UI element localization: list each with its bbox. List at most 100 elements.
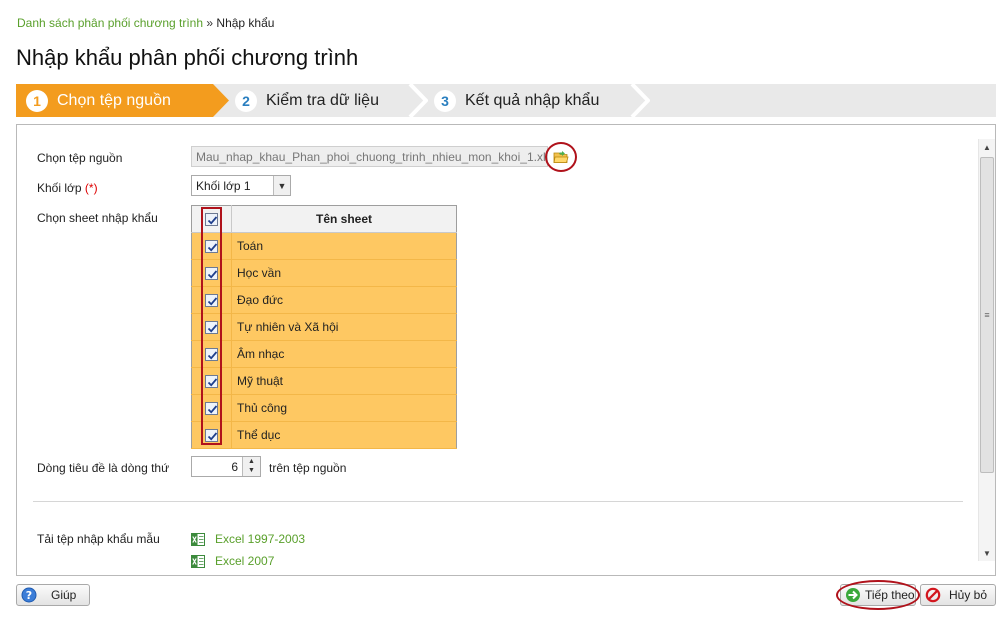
divider bbox=[33, 501, 963, 502]
vertical-scrollbar[interactable]: ▲ ≡ ▼ bbox=[978, 139, 995, 561]
step-number: 3 bbox=[434, 89, 456, 112]
template-label: Tải tệp nhập khẩu mẫu bbox=[37, 532, 160, 546]
annotation-circle bbox=[545, 142, 577, 172]
grade-label: Khối lớp (*) bbox=[37, 181, 98, 195]
scroll-down-icon[interactable]: ▼ bbox=[979, 545, 995, 561]
checkmark-icon bbox=[207, 216, 218, 225]
table-row[interactable]: Thủ công bbox=[191, 394, 457, 422]
excel-file-icon bbox=[191, 532, 205, 546]
step-label: Kiểm tra dữ liệu bbox=[266, 91, 379, 109]
checkmark-icon bbox=[207, 243, 218, 252]
sheet-select-label: Chọn sheet nhập khẩu bbox=[37, 211, 158, 225]
checkmark-icon bbox=[207, 297, 218, 306]
sheet-checkbox[interactable] bbox=[205, 402, 218, 416]
cancel-button[interactable]: Hủy bỏ bbox=[920, 584, 996, 606]
table-row[interactable]: Mỹ thuật bbox=[191, 367, 457, 395]
grade-label-text: Khối lớp bbox=[37, 181, 82, 195]
row-checkbox-cell bbox=[191, 394, 232, 422]
download-excel-2007-link[interactable]: Excel 2007 bbox=[191, 554, 274, 568]
sheet-checkbox[interactable] bbox=[205, 375, 218, 389]
chevron-separator-icon bbox=[408, 84, 428, 117]
sheet-name: Thể dục bbox=[231, 421, 457, 449]
sheet-checkbox[interactable] bbox=[205, 267, 218, 281]
header-row-label: Dòng tiêu đề là dòng thứ bbox=[37, 461, 170, 475]
table-row[interactable]: Đạo đức bbox=[191, 286, 457, 314]
sheet-table-header: Tên sheet bbox=[191, 205, 457, 233]
select-all-cell bbox=[191, 205, 232, 233]
download-link-label: Excel 1997-2003 bbox=[215, 532, 306, 546]
spinner-down-icon[interactable]: ▼ bbox=[243, 466, 260, 475]
arrow-right-icon bbox=[846, 588, 860, 602]
help-button-label: Giúp bbox=[51, 588, 77, 602]
row-checkbox-cell bbox=[191, 286, 232, 314]
checkmark-icon bbox=[207, 432, 218, 441]
step-label: Kết quả nhập khẩu bbox=[465, 91, 600, 109]
sheet-checkbox[interactable] bbox=[205, 321, 218, 335]
svg-text:?: ? bbox=[26, 589, 32, 602]
wizard-step-3[interactable]: 3 Kết quả nhập khẩu bbox=[428, 84, 648, 117]
sheet-checkbox[interactable] bbox=[205, 294, 218, 308]
sheet-name: Âm nhạc bbox=[231, 340, 457, 368]
breadcrumb: Danh sách phân phối chương trình » Nhập … bbox=[17, 16, 274, 30]
next-button-label: Tiếp theo bbox=[865, 588, 915, 602]
grade-select-value: Khối lớp 1 bbox=[196, 179, 251, 193]
step-number: 2 bbox=[235, 89, 257, 112]
cancel-icon bbox=[925, 587, 941, 603]
sheet-checkbox[interactable] bbox=[205, 348, 218, 362]
sheet-name: Tự nhiên và Xã hội bbox=[231, 313, 457, 341]
row-checkbox-cell bbox=[191, 313, 232, 341]
row-checkbox-cell bbox=[191, 340, 232, 368]
source-file-label: Chọn tệp nguồn bbox=[37, 151, 123, 165]
chevron-separator-icon bbox=[630, 84, 650, 117]
wizard-step-2[interactable]: 2 Kiểm tra dữ liệu bbox=[229, 84, 428, 117]
chevron-down-icon[interactable]: ▼ bbox=[273, 176, 290, 195]
row-checkbox-cell bbox=[191, 367, 232, 395]
header-row-suffix: trên tệp nguồn bbox=[269, 461, 347, 475]
breadcrumb-separator: » bbox=[206, 16, 214, 30]
spinner-buttons: ▲ ▼ bbox=[242, 457, 260, 476]
page-title: Nhập khẩu phân phối chương trình bbox=[16, 45, 359, 70]
sheet-checkbox[interactable] bbox=[205, 240, 218, 254]
breadcrumb-link-program-list[interactable]: Danh sách phân phối chương trình bbox=[17, 16, 203, 30]
cancel-button-label: Hủy bỏ bbox=[949, 588, 988, 602]
checkmark-icon bbox=[207, 324, 218, 333]
content-panel: Chọn tệp nguồn Mau_nhap_khau_Phan_phoi_c… bbox=[16, 124, 996, 576]
spinner-up-icon[interactable]: ▲ bbox=[243, 457, 260, 466]
sheet-checkbox[interactable] bbox=[205, 429, 218, 443]
source-file-field[interactable]: Mau_nhap_khau_Phan_phoi_chuong_trinh_nhi… bbox=[191, 146, 548, 167]
table-row[interactable]: Toán bbox=[191, 232, 457, 260]
wizard-steps: 1 Chọn tệp nguồn 2 Kiểm tra dữ liệu 3 Kế… bbox=[16, 84, 996, 117]
header-row-value: 6 bbox=[231, 460, 238, 474]
checkmark-icon bbox=[207, 270, 218, 279]
table-row[interactable]: Tự nhiên và Xã hội bbox=[191, 313, 457, 341]
step-number: 1 bbox=[26, 89, 48, 112]
checkmark-icon bbox=[207, 378, 218, 387]
scroll-up-icon[interactable]: ▲ bbox=[979, 139, 995, 155]
sheet-name: Đạo đức bbox=[231, 286, 457, 314]
help-icon: ? bbox=[21, 587, 37, 603]
row-checkbox-cell bbox=[191, 259, 232, 287]
checkmark-icon bbox=[207, 351, 218, 360]
download-excel-2003-link[interactable]: Excel 1997-2003 bbox=[191, 532, 305, 546]
row-checkbox-cell bbox=[191, 232, 232, 260]
excel-file-icon bbox=[191, 554, 205, 568]
required-mark: (*) bbox=[84, 181, 98, 195]
sheet-name: Mỹ thuật bbox=[231, 367, 457, 395]
table-row[interactable]: Học vần bbox=[191, 259, 457, 287]
breadcrumb-current: Nhập khẩu bbox=[216, 16, 275, 30]
checkmark-icon bbox=[207, 405, 218, 414]
sheet-rows: Toán Học vần Đạo đức Tự nhiên và Xã hội Âm n… bbox=[191, 232, 457, 449]
table-row[interactable]: Thể dục bbox=[191, 421, 457, 449]
sheet-name-header: Tên sheet bbox=[231, 205, 457, 233]
next-button[interactable]: Tiếp theo bbox=[840, 584, 916, 606]
grade-select[interactable]: Khối lớp 1 ▼ bbox=[191, 175, 291, 196]
scroll-thumb[interactable]: ≡ bbox=[980, 157, 994, 473]
sheet-name: Thủ công bbox=[231, 394, 457, 422]
help-button[interactable]: ? Giúp bbox=[16, 584, 90, 606]
header-row-spinner[interactable]: 6 ▲ ▼ bbox=[191, 456, 261, 477]
select-all-checkbox[interactable] bbox=[205, 213, 218, 227]
sheet-table: Tên sheet Toán Học vần Đạo đức Tự nhiên và … bbox=[191, 205, 457, 449]
step-label: Chọn tệp nguồn bbox=[57, 91, 171, 109]
table-row[interactable]: Âm nhạc bbox=[191, 340, 457, 368]
wizard-step-1[interactable]: 1 Chọn tệp nguồn bbox=[16, 84, 229, 117]
